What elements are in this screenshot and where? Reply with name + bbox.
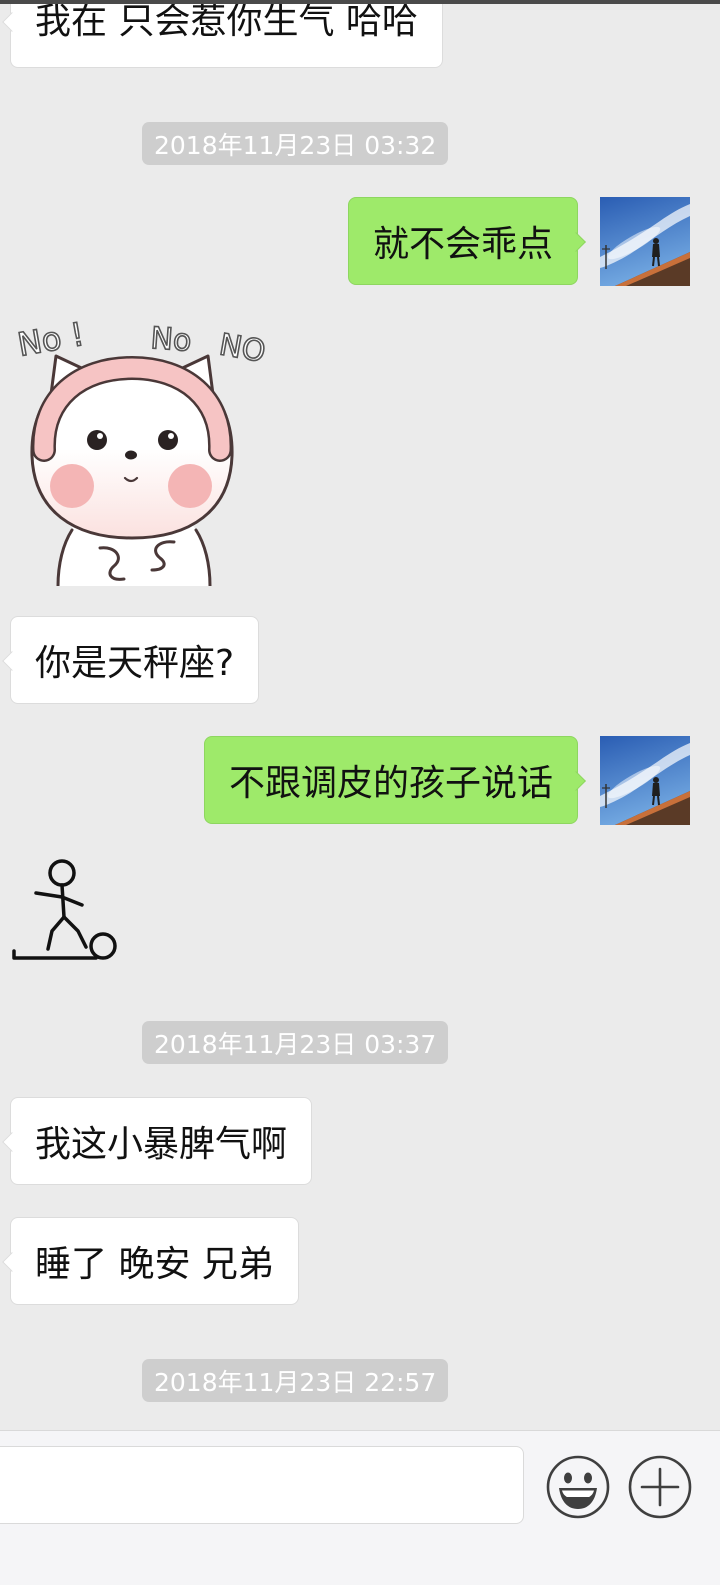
bear-no-no-sticker[interactable]: No ! No NO <box>14 316 270 586</box>
message-text: 我在 只会惹你生气 哈哈 <box>35 1 418 42</box>
sticker-lettering: NO <box>217 327 268 369</box>
bubble-tail <box>2 651 22 671</box>
chat-input-bar <box>0 1430 720 1585</box>
chat-message-list[interactable]: 我在 只会惹你生气 哈哈 2018年11月23日 03:32 就不会乖点 No … <box>0 0 720 1430</box>
sticker-lettering: No ! <box>15 316 87 364</box>
message-text: 就不会乖点 <box>372 224 553 265</box>
timestamp: 2018年11月23日 22:57 <box>142 1359 449 1402</box>
ball <box>89 932 117 960</box>
timestamp: 2018年11月23日 03:37 <box>142 1021 449 1064</box>
status-bar-edge <box>0 0 720 4</box>
message-text: 你是天秤座? <box>35 643 235 684</box>
sky-rooftop-avatar-icon <box>600 736 690 825</box>
bear-nose <box>125 450 137 460</box>
bubble-tail <box>2 12 22 32</box>
bear-no-no-sticker-icon: No ! No NO <box>14 316 269 586</box>
incoming-message-bubble[interactable]: 我这小暴脾气啊 <box>2 1097 313 1185</box>
timestamp: 2018年11月23日 03:32 <box>142 122 449 165</box>
stickman-arms <box>34 891 84 907</box>
bubble-tail <box>2 1252 22 1272</box>
my-avatar[interactable] <box>600 197 690 286</box>
more-button[interactable] <box>628 1455 692 1519</box>
outgoing-message-bubble[interactable]: 不跟调皮的孩子说话 <box>203 736 586 824</box>
smiley-face-icon <box>546 1455 610 1519</box>
message-input[interactable] <box>0 1446 524 1524</box>
stickman-kicking-ball-sticker[interactable] <box>10 855 120 965</box>
timestamp-text: 2018年11月23日 03:32 <box>154 130 437 160</box>
outgoing-message-bubble[interactable]: 就不会乖点 <box>347 197 586 285</box>
incoming-message-bubble[interactable]: 睡了 晚安 兄弟 <box>2 1217 299 1305</box>
sky-rooftop-avatar-icon <box>600 197 690 286</box>
timestamp-text: 2018年11月23日 22:57 <box>154 1367 437 1397</box>
message-text: 睡了 晚安 兄弟 <box>35 1244 274 1285</box>
bubble-tail <box>566 232 586 252</box>
stickman-left-leg <box>46 915 66 951</box>
bubble-tail <box>2 1132 22 1152</box>
stickman-body <box>60 883 66 919</box>
emoji-button[interactable] <box>546 1455 610 1519</box>
my-avatar[interactable] <box>600 736 690 825</box>
stickman-kicking-ball-sticker-icon <box>12 859 117 960</box>
stickman-right-leg <box>62 915 88 949</box>
incoming-message-bubble[interactable]: 你是天秤座? <box>2 616 260 704</box>
bubble-tail <box>566 771 586 791</box>
message-text: 我这小暴脾气啊 <box>35 1124 288 1165</box>
incoming-message-bubble[interactable]: 我在 只会惹你生气 哈哈 <box>2 0 443 68</box>
ground-line <box>12 949 98 960</box>
message-text: 不跟调皮的孩子说话 <box>228 763 553 804</box>
sticker-lettering: No <box>149 321 192 359</box>
timestamp-text: 2018年11月23日 03:37 <box>154 1029 437 1059</box>
stickman-head <box>48 859 76 887</box>
plus-icon <box>628 1455 692 1519</box>
